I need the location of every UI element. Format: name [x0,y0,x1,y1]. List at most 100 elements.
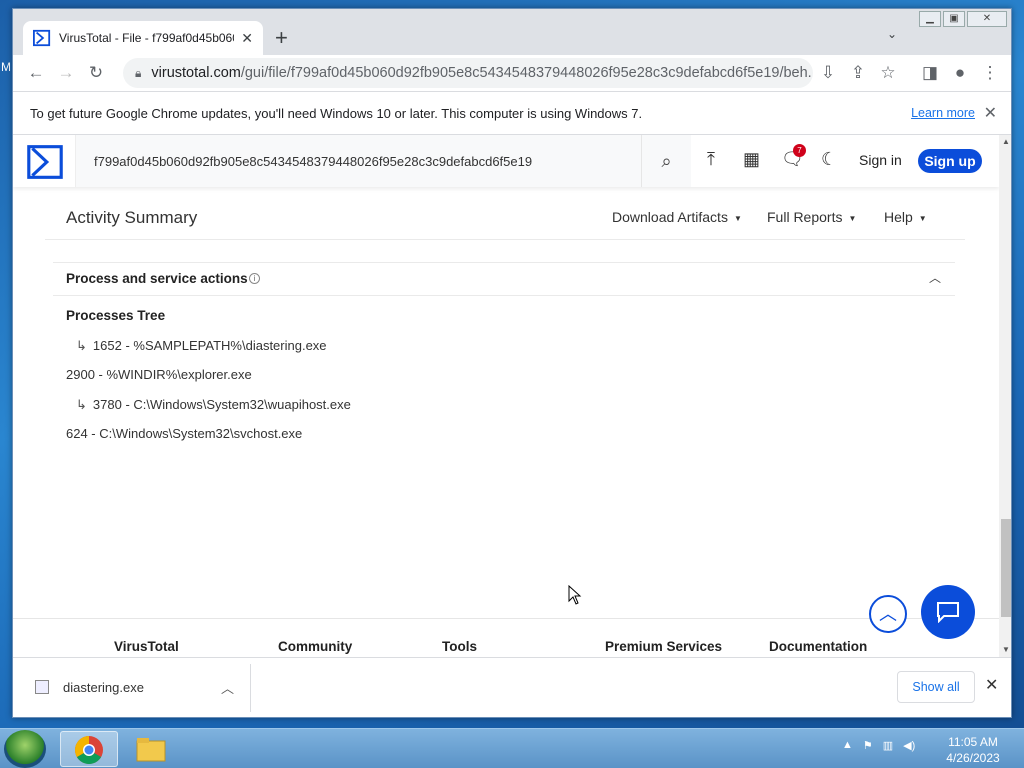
folder-icon [136,738,166,762]
footer-premium-services[interactable]: Premium Services [605,639,722,654]
show-hidden-icons-icon[interactable]: ▲ [842,739,853,752]
show-all-button[interactable]: Show all [897,671,975,703]
activity-summary-title: Activity Summary [66,208,198,227]
process-text: 3780 - C:\Windows\System32\wuapihost.exe [92,397,351,412]
tree-branch-icon: ↳ [76,397,87,412]
full-reports-menu[interactable]: Full Reports ▼ [767,209,856,225]
tab-bar: VirusTotal - File - f799af0d45b060 ✕ + ⌄… [13,9,1011,55]
notifications-icon[interactable]: 🗨︎ 7 [781,144,806,170]
virustotal-logo-icon[interactable] [27,144,63,180]
process-item: ↳ 3780 - C:\Windows\System32\wuapihost.ex… [76,397,351,413]
side-panel-icon[interactable]: ◨ [915,63,945,83]
process-item: 624 - C:\Windows\System32\svchost.exe [66,426,302,441]
help-menu[interactable]: Help ▼ [884,209,927,225]
mouse-cursor-icon [568,585,582,605]
chevron-up-icon[interactable]: ︿ [929,269,941,286]
reload-icon[interactable]: ↻ [81,63,111,83]
process-service-section-header[interactable]: Process and service actions i ︿ [53,262,955,296]
page-scrollbar[interactable]: ▲ ▼ [999,135,1011,657]
close-window-button[interactable]: ✕ [967,11,1007,27]
taskbar-chrome[interactable] [60,731,118,767]
divider [45,239,965,240]
tree-branch-icon: ↳ [76,338,87,353]
lock-icon: 🔒︎ [135,65,142,80]
apps-grid-icon[interactable]: ▦ [743,149,760,170]
url-host: virustotal.com [151,65,241,81]
process-item: ↳ 1652 - %SAMPLEPATH%\diastering.exe [76,338,327,354]
chrome-icon [75,736,103,764]
clock-date: 4/26/2023 [946,751,1000,765]
share-icon[interactable]: ⇪ [843,63,873,83]
processes-tree-title: Processes Tree [66,308,166,323]
footer-documentation[interactable]: Documentation [769,639,867,654]
toolbar-right: ◨ ● ⋮ [915,55,1005,91]
scroll-thumb[interactable] [1001,519,1011,617]
tab-close-icon[interactable]: ✕ [241,30,253,47]
minimize-button[interactable]: ▁ [919,11,941,27]
chevron-up-icon[interactable]: ︿ [221,678,234,697]
info-icon[interactable]: i [249,273,260,284]
url-path: /gui/file/f799af0d45b060d92fb905e8c54345… [240,65,812,81]
action-center-flag-icon[interactable]: ⚑ [863,739,873,752]
download-file-name[interactable]: diastering.exe [63,680,144,695]
scroll-down-arrow-icon[interactable]: ▼ [1002,645,1010,654]
system-clock[interactable]: 11:05 AM 4/26/2023 [940,734,1006,766]
scroll-to-top-button[interactable]: ︿ [869,595,907,633]
bookmark-star-icon[interactable]: ☆ [873,63,903,83]
tab-search-chevron-icon[interactable]: ⌄ [887,27,897,41]
chrome-menu-icon[interactable]: ⋮ [975,63,1005,83]
install-app-icon[interactable]: ⇩ [813,63,843,83]
caret-down-icon: ▼ [733,213,742,223]
file-icon [35,680,49,694]
process-item: 2900 - %WINDIR%\explorer.exe [66,367,252,382]
window-controls: ▁ ▣ ✕ [917,11,1007,27]
tab-title: VirusTotal - File - f799af0d45b060 [59,31,234,45]
footer-tools[interactable]: Tools [442,639,477,654]
scroll-up-arrow-icon[interactable]: ▲ [1002,137,1010,146]
virustotal-favicon-icon [33,29,51,47]
new-tab-button[interactable]: + [275,25,288,51]
process-text: 624 - C:\Windows\System32\svchost.exe [66,426,303,441]
url-text: virustotal.com/gui/file/f799af0d45b060d9… [151,65,811,81]
download-bar: diastering.exe ︿ Show all ✕ [13,657,1011,717]
profile-avatar-icon[interactable]: ● [945,63,975,83]
chat-bubble-icon [937,602,959,623]
omnibox-actions: ⇩ ⇪ ☆ [813,55,903,91]
caret-down-icon: ▼ [918,213,927,223]
clock-time: 11:05 AM [948,735,998,749]
vt-search-input[interactable]: f799af0d45b060d92fb905e8c543454837944802… [75,135,641,187]
address-bar[interactable]: 🔒︎ virustotal.com/gui/file/f799af0d45b06… [123,58,813,88]
network-icon[interactable]: ▥ [883,739,893,752]
sign-up-button[interactable]: Sign up [918,149,982,173]
taskbar-explorer[interactable] [122,731,180,767]
infobar-message: To get future Google Chrome updates, you… [30,105,643,121]
start-button[interactable] [4,730,46,768]
divider [250,664,251,712]
sign-in-link[interactable]: Sign in [859,152,902,168]
back-arrow-icon[interactable]: ← [21,63,51,83]
page-content: f799af0d45b060d92fb905e8c543454837944802… [13,135,999,657]
download-artifacts-menu[interactable]: Download Artifacts ▼ [612,209,742,225]
footer-community[interactable]: Community [278,639,352,654]
update-infobar: To get future Google Chrome updates, you… [13,91,1011,135]
windows-taskbar: ▲ ⚑ ▥ ◀) 11:05 AM 4/26/2023 [0,728,1024,768]
chat-button[interactable] [921,585,975,639]
vt-header: f799af0d45b060d92fb905e8c543454837944802… [13,135,999,187]
tab-virustotal[interactable]: VirusTotal - File - f799af0d45b060 ✕ [23,21,263,55]
dark-mode-moon-icon[interactable]: ☾ [821,149,837,170]
upload-icon[interactable]: ⤒ [707,149,715,170]
close-download-bar-icon[interactable]: ✕ [985,675,998,695]
forward-arrow-icon[interactable]: → [51,63,81,83]
learn-more-link[interactable]: Learn more [911,106,975,120]
caret-down-icon: ▼ [848,213,857,223]
maximize-button[interactable]: ▣ [943,11,965,27]
desktop-icon-fragment: M [1,60,11,74]
section-title: Process and service actions [66,271,248,286]
notification-badge: 7 [793,144,806,157]
search-icon[interactable]: ⌕ [641,135,691,187]
vt-footer: VirusTotal Community Tools Premium Servi… [13,618,999,657]
footer-virustotal[interactable]: VirusTotal [114,639,179,654]
browser-toolbar: ← → ↻ 🔒︎ virustotal.com/gui/file/f799af0… [13,55,1011,91]
infobar-close-icon[interactable]: ✕ [984,103,997,123]
volume-icon[interactable]: ◀) [903,739,915,752]
